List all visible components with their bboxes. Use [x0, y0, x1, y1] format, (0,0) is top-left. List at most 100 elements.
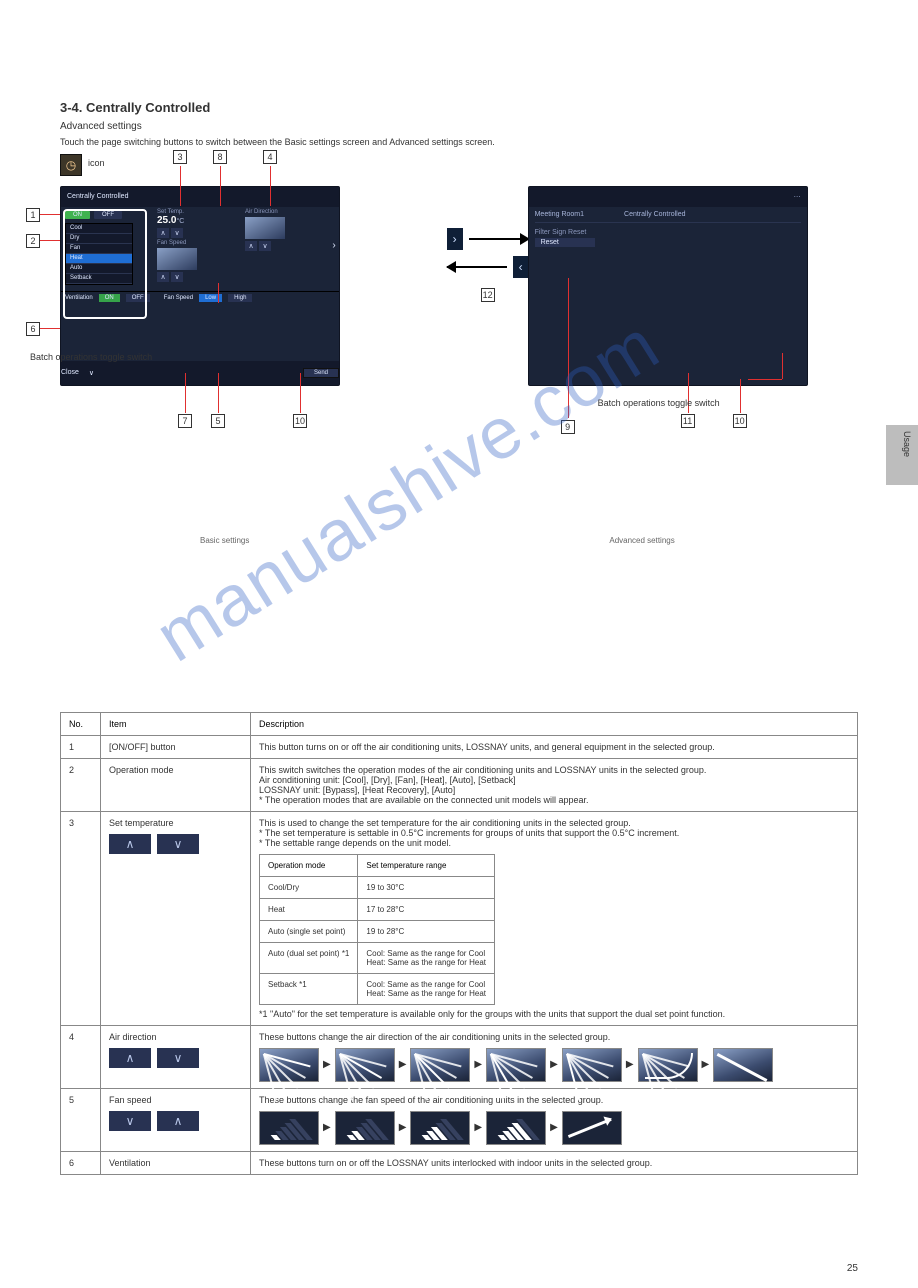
temp-up-icon: ∧ — [109, 834, 151, 854]
redline-2 — [40, 240, 60, 241]
mode-setback[interactable]: Setback — [66, 274, 132, 284]
num-9: 9 — [561, 420, 575, 434]
num-8: 8 — [213, 150, 227, 164]
redline-10rv — [740, 379, 741, 413]
nav-left-icon[interactable]: ‹ — [513, 256, 529, 278]
table-row: 6 Ventilation These buttons turn on or o… — [61, 1151, 858, 1174]
s0a: Cool/Dry — [260, 876, 358, 898]
redline-7 — [185, 373, 186, 413]
close-label-left[interactable]: Close — [61, 369, 79, 376]
left-panel-header: Centrally Controlled — [61, 187, 339, 207]
fan-up-icon: ∧ — [157, 1111, 199, 1131]
vent-off[interactable]: OFF — [126, 294, 150, 302]
tab-left[interactable]: Meeting Room1 — [535, 211, 584, 218]
off-button[interactable]: OFF — [94, 211, 122, 219]
air-down-icon: ∨ — [157, 1048, 199, 1068]
air-angle2-icon — [335, 1048, 395, 1082]
r3-l2: * The settable range depends on the unit… — [259, 838, 849, 848]
fan-arrow-icons: ∨ ∧ — [109, 1111, 242, 1131]
num-2: 2 — [26, 234, 40, 248]
group-icon: ◷ — [60, 154, 82, 176]
r3-no: 3 — [61, 811, 101, 1025]
num-10: 10 — [293, 414, 307, 428]
air-arrow-icons: ∧ ∨ — [109, 1048, 242, 1068]
air-direction-sequence: ▶ ▶ ▶ ▶ ▶ ▶ — [259, 1048, 849, 1082]
mode-list: Cool Dry Fan Heat Auto Setback — [65, 223, 133, 285]
fan-down[interactable]: ∨ — [171, 272, 183, 282]
fan-auto-icon — [562, 1111, 622, 1145]
r2-l3: * The operation modes that are available… — [259, 795, 849, 805]
range-subtable: Operation modeSet temperature range Cool… — [259, 854, 495, 1005]
th-item: Item — [101, 712, 251, 735]
side-tab-label: Usage — [902, 431, 912, 457]
left-title: Centrally Controlled — [67, 193, 128, 200]
s3a: Auto (dual set point) *1 — [260, 942, 358, 973]
mode-heat[interactable]: Heat — [66, 254, 132, 264]
s1a: Heat — [260, 898, 358, 920]
num-1: 1 — [26, 208, 40, 222]
air-dir-img — [245, 217, 285, 239]
table-row: 1 [ON/OFF] button This button turns on o… — [61, 735, 858, 758]
on-button[interactable]: ON — [65, 211, 90, 219]
air-down[interactable]: ∨ — [259, 241, 271, 251]
mode-cool[interactable]: Cool — [66, 224, 132, 234]
table-row: 2 Operation mode This switch switches th… — [61, 758, 858, 811]
table-wrap: No. Item Description 1 [ON/OFF] button T… — [60, 712, 858, 1175]
description-table: No. Item Description 1 [ON/OFF] button T… — [60, 712, 858, 1175]
icon-label: icon — [88, 158, 105, 168]
sub-h-range: Set temperature range — [358, 854, 495, 876]
mode-fan[interactable]: Fan — [66, 244, 132, 254]
r4-item-text: Air direction — [109, 1032, 242, 1042]
set-temp-value: 25.0 — [157, 215, 176, 226]
fan-up[interactable]: ∧ — [157, 272, 169, 282]
num-7: 7 — [178, 414, 192, 428]
r2-l2: LOSSNAY unit: [Bypass], [Heat Recovery],… — [259, 785, 849, 795]
page-number: 25 — [847, 1263, 858, 1274]
r2-item: Operation mode — [101, 758, 251, 811]
redline-5 — [218, 373, 219, 413]
redline-1 — [40, 214, 60, 215]
num-10r: 10 — [733, 414, 747, 428]
temp-up[interactable]: ∧ — [157, 228, 169, 238]
r1-no: 1 — [61, 735, 101, 758]
vent-on[interactable]: ON — [99, 294, 120, 302]
air-up[interactable]: ∧ — [245, 241, 257, 251]
air-angle3-icon — [410, 1048, 470, 1082]
left-shot-wrap: ◷ icon Centrally Controlled ON OFF Cool — [60, 158, 488, 386]
fan-speed-sequence: ▶ ▶ ▶ ▶ — [259, 1111, 849, 1145]
bottom-strip: Ventilation ON OFF Fan Speed Low High — [61, 291, 339, 304]
fan-speed-tile: Fan Speed ∧∨ — [157, 240, 237, 282]
fan1-icon — [259, 1111, 319, 1145]
section-heading: 3-4. Centrally Controlled Advanced setti… — [60, 100, 858, 150]
air-up-icon: ∧ — [109, 1048, 151, 1068]
fan-down-icon: ∨ — [109, 1111, 151, 1131]
s0b: 19 to 30°C — [358, 876, 495, 898]
section-intro: Touch the page switching buttons to swit… — [60, 136, 858, 150]
redline-6 — [40, 328, 60, 329]
temp-down-icon: ∨ — [157, 834, 199, 854]
tab-right[interactable]: Centrally Controlled — [624, 211, 685, 218]
redline-9 — [568, 278, 569, 418]
redline-3 — [180, 166, 181, 206]
temp-down[interactable]: ∨ — [171, 228, 183, 238]
bottom-labels-row: Basic settings Advanced settings — [200, 536, 918, 545]
th-no: No. — [61, 712, 101, 735]
redline-10rh — [748, 379, 782, 380]
r3-note: *1 "Auto" for the set temperature is ava… — [259, 1009, 849, 1019]
num-4: 4 — [263, 150, 277, 164]
mode-dry[interactable]: Dry — [66, 234, 132, 244]
air-auto-icon — [713, 1048, 773, 1082]
r2-l1: Air conditioning unit: [Cool], [Dry], [F… — [259, 775, 849, 785]
r3-l1: * The set temperature is settable in 0.5… — [259, 828, 849, 838]
send-left[interactable]: Send — [303, 368, 339, 378]
r6-no: 6 — [61, 1151, 101, 1174]
redline-10 — [300, 373, 301, 413]
s4a: Setback *1 — [260, 973, 358, 1004]
fs-high[interactable]: High — [228, 294, 252, 302]
mode-auto[interactable]: Auto — [66, 264, 132, 274]
table-row: 3 Set temperature ∧ ∨ This is used to ch… — [61, 811, 858, 1025]
arrow-right — [469, 238, 529, 240]
page-next-chevron[interactable]: › — [329, 207, 339, 285]
r5-desc: These buttons change the fan speed of th… — [251, 1088, 858, 1151]
left-panel-body: ON OFF Cool Dry Fan Heat Auto Setback — [61, 207, 339, 361]
